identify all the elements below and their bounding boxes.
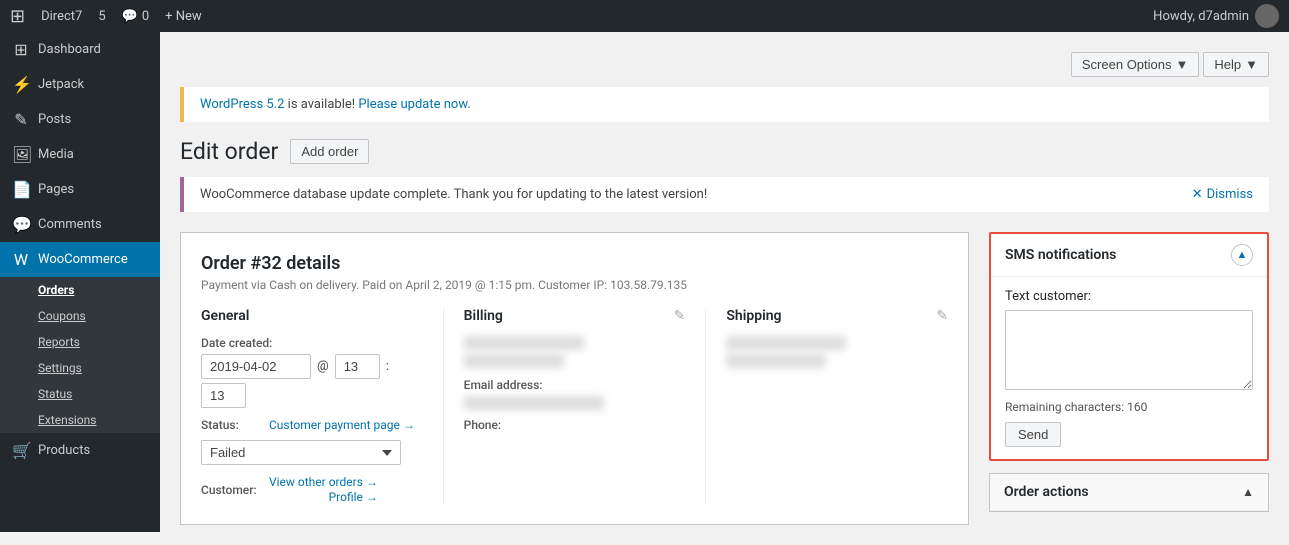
dismiss-circle-icon: ✕ bbox=[1192, 187, 1203, 202]
profile-link[interactable]: Profile → bbox=[269, 490, 378, 504]
at-symbol: @ bbox=[317, 359, 329, 374]
woo-database-notice: WooCommerce database update complete. Th… bbox=[180, 177, 1269, 212]
order-columns: General Date created: @ : Status: bbox=[201, 308, 948, 504]
dashboard-icon: ⊞ bbox=[12, 40, 30, 59]
right-sidebar: SMS notifications ▲ Text customer: Remai… bbox=[989, 232, 1269, 512]
edit-order-layout: Order #32 details Payment via Cash on de… bbox=[180, 232, 1269, 525]
order-actions-title: Order actions bbox=[1004, 484, 1089, 500]
order-actions-header[interactable]: Order actions ▲ bbox=[990, 474, 1268, 511]
admin-sidebar: ⊞ Dashboard ⚡ Jetpack ✎ Posts 🖼 Media 📄 … bbox=[0, 32, 160, 532]
sidebar-item-pages[interactable]: 📄 Pages bbox=[0, 172, 160, 207]
general-col-title: General bbox=[201, 308, 249, 324]
billing-edit-icon[interactable]: ✎ bbox=[674, 308, 686, 324]
time-minute-input[interactable] bbox=[201, 383, 246, 408]
order-details-card: Order #32 details Payment via Cash on de… bbox=[180, 232, 969, 525]
shipping-col-title: Shipping bbox=[726, 308, 781, 324]
site-name[interactable]: Direct7 bbox=[41, 9, 82, 24]
text-customer-label: Text customer: bbox=[1005, 289, 1253, 304]
posts-icon: ✎ bbox=[12, 110, 30, 129]
shipping-name-blurred bbox=[726, 336, 846, 350]
sidebar-item-products[interactable]: 🛒 Products bbox=[0, 433, 160, 468]
view-other-orders-link[interactable]: View other orders → bbox=[269, 475, 378, 489]
please-update-link[interactable]: Please update now bbox=[358, 97, 467, 112]
order-title: Order #32 details bbox=[201, 253, 948, 274]
date-input[interactable] bbox=[201, 354, 311, 379]
avatar bbox=[1255, 4, 1279, 28]
billing-column: Billing ✎ Email address: Phone: bbox=[464, 308, 707, 504]
page-title: Edit order bbox=[180, 138, 278, 165]
help-button[interactable]: Help ▼ bbox=[1203, 52, 1269, 77]
sidebar-item-settings[interactable]: Settings bbox=[0, 355, 160, 381]
sidebar-item-dashboard[interactable]: ⊞ Dashboard bbox=[0, 32, 160, 67]
shipping-column: Shipping ✎ bbox=[726, 308, 948, 504]
order-subtitle: Payment via Cash on delivery. Paid on Ap… bbox=[201, 278, 948, 292]
media-icon: 🖼 bbox=[12, 145, 30, 164]
pages-icon: 📄 bbox=[12, 180, 30, 199]
phone-label: Phone: bbox=[464, 418, 686, 432]
sms-title: SMS notifications bbox=[1005, 247, 1116, 263]
billing-col-title: Billing bbox=[464, 308, 503, 324]
email-address-label: Email address: bbox=[464, 378, 686, 392]
status-row: Status: Customer payment page → bbox=[201, 418, 423, 432]
update-notice: WordPress 5.2 is available! Please updat… bbox=[180, 87, 1269, 122]
sidebar-item-status[interactable]: Status bbox=[0, 381, 160, 407]
sidebar-item-comments[interactable]: 💬 Comments bbox=[0, 207, 160, 242]
sms-body: Text customer: Remaining characters: 160… bbox=[991, 277, 1267, 459]
date-label: Date created: bbox=[201, 336, 423, 350]
top-actions-bar: Screen Options ▼ Help ▼ bbox=[180, 52, 1269, 77]
products-icon: 🛒 bbox=[12, 441, 30, 460]
billing-name-blurred bbox=[464, 336, 584, 350]
user-greeting[interactable]: Howdy, d7admin bbox=[1153, 4, 1279, 28]
chevron-down-icon: ▼ bbox=[1245, 57, 1258, 72]
comments-link[interactable]: 💬 0 bbox=[122, 9, 150, 24]
email-blurred bbox=[464, 396, 604, 410]
comments-menu-icon: 💬 bbox=[12, 215, 30, 234]
send-sms-button[interactable]: Send bbox=[1005, 422, 1061, 447]
status-select[interactable]: Pending payment Processing On hold Compl… bbox=[201, 440, 401, 465]
general-column: General Date created: @ : Status: bbox=[201, 308, 444, 504]
order-actions-chevron-icon: ▲ bbox=[1242, 485, 1254, 499]
sidebar-item-woocommerce[interactable]: W WooCommerce bbox=[0, 242, 160, 277]
order-actions-box: Order actions ▲ bbox=[989, 473, 1269, 512]
woocommerce-icon: W bbox=[12, 250, 30, 269]
dismiss-notice-link[interactable]: ✕ Dismiss bbox=[1192, 187, 1253, 202]
admin-bar: ⊞ Direct7 5 💬 0 + New Howdy, d7admin bbox=[0, 0, 1289, 32]
sidebar-item-media[interactable]: 🖼 Media bbox=[0, 137, 160, 172]
sms-header: SMS notifications ▲ bbox=[991, 234, 1267, 277]
main-content: Screen Options ▼ Help ▼ WordPress 5.2 is… bbox=[160, 32, 1289, 545]
sms-textarea[interactable] bbox=[1005, 310, 1253, 390]
chevron-down-icon: ▼ bbox=[1176, 57, 1189, 72]
sms-notifications-box: SMS notifications ▲ Text customer: Remai… bbox=[989, 232, 1269, 461]
add-order-button[interactable]: Add order bbox=[290, 139, 369, 164]
customer-payment-page-link[interactable]: Customer payment page → bbox=[269, 418, 415, 432]
remaining-chars: Remaining characters: 160 bbox=[1005, 400, 1253, 414]
sidebar-item-reports[interactable]: Reports bbox=[0, 329, 160, 355]
status-label: Status: bbox=[201, 418, 261, 432]
sidebar-item-posts[interactable]: ✎ Posts bbox=[0, 102, 160, 137]
customer-row: Customer: View other orders → Profile → bbox=[201, 475, 423, 504]
wp-version-link[interactable]: WordPress 5.2 bbox=[200, 97, 284, 112]
sidebar-item-orders[interactable]: Orders bbox=[0, 277, 160, 303]
sms-collapse-button[interactable]: ▲ bbox=[1231, 244, 1253, 266]
new-content-link[interactable]: + New bbox=[165, 9, 202, 24]
jetpack-icon: ⚡ bbox=[12, 75, 30, 94]
sidebar-item-jetpack[interactable]: ⚡ Jetpack bbox=[0, 67, 160, 102]
sidebar-item-extensions[interactable]: Extensions bbox=[0, 407, 160, 433]
status-select-row: Pending payment Processing On hold Compl… bbox=[201, 440, 423, 465]
customer-label: Customer: bbox=[201, 483, 261, 497]
shipping-address-blurred bbox=[726, 354, 826, 368]
screen-options-button[interactable]: Screen Options ▼ bbox=[1071, 52, 1199, 77]
sidebar-item-coupons[interactable]: Coupons bbox=[0, 303, 160, 329]
date-row: Date created: @ : bbox=[201, 336, 423, 408]
woo-submenu: Orders Coupons Reports Settings Status E… bbox=[0, 277, 160, 433]
wp-logo-icon[interactable]: ⊞ bbox=[10, 6, 25, 27]
billing-address-blurred bbox=[464, 354, 564, 368]
page-title-area: Edit order Add order bbox=[180, 138, 1269, 165]
shipping-edit-icon[interactable]: ✎ bbox=[936, 308, 948, 324]
time-hour-input[interactable] bbox=[335, 354, 380, 379]
updates-count: 5 bbox=[98, 9, 105, 24]
updates-icon[interactable]: 5 bbox=[98, 9, 105, 24]
